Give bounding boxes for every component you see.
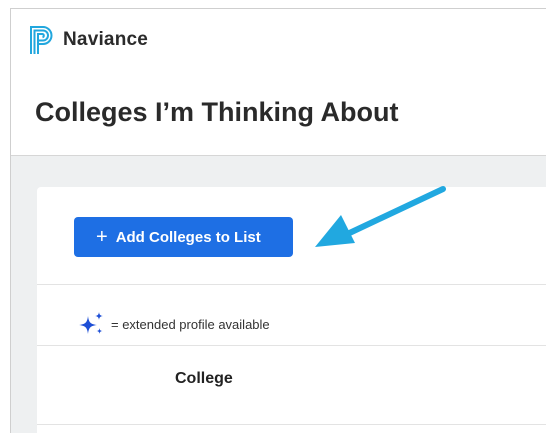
- top-navbar: Naviance: [11, 9, 546, 74]
- add-colleges-button[interactable]: + Add Colleges to List: [74, 217, 293, 257]
- college-list-card: + Add Colleges to List = extended profil…: [37, 187, 546, 433]
- column-header-college[interactable]: College: [175, 370, 233, 388]
- divider: [37, 424, 546, 425]
- sparkle-icon: [79, 312, 103, 334]
- legend-text: = extended profile available: [111, 316, 270, 332]
- app-window: Naviance Colleges I’m Thinking About + A…: [10, 8, 546, 433]
- brand-name: Naviance: [63, 29, 149, 50]
- divider: [37, 284, 546, 285]
- page-header: Colleges I’m Thinking About: [11, 73, 546, 156]
- plus-icon: +: [96, 226, 108, 248]
- add-colleges-button-label: Add Colleges to List: [115, 228, 261, 246]
- divider: [37, 345, 546, 346]
- page-title: Colleges I’m Thinking About: [35, 97, 399, 127]
- extended-profile-legend: = extended profile available: [77, 310, 270, 338]
- naviance-logo-icon[interactable]: [28, 24, 60, 56]
- annotation-arrow-icon: [315, 186, 446, 247]
